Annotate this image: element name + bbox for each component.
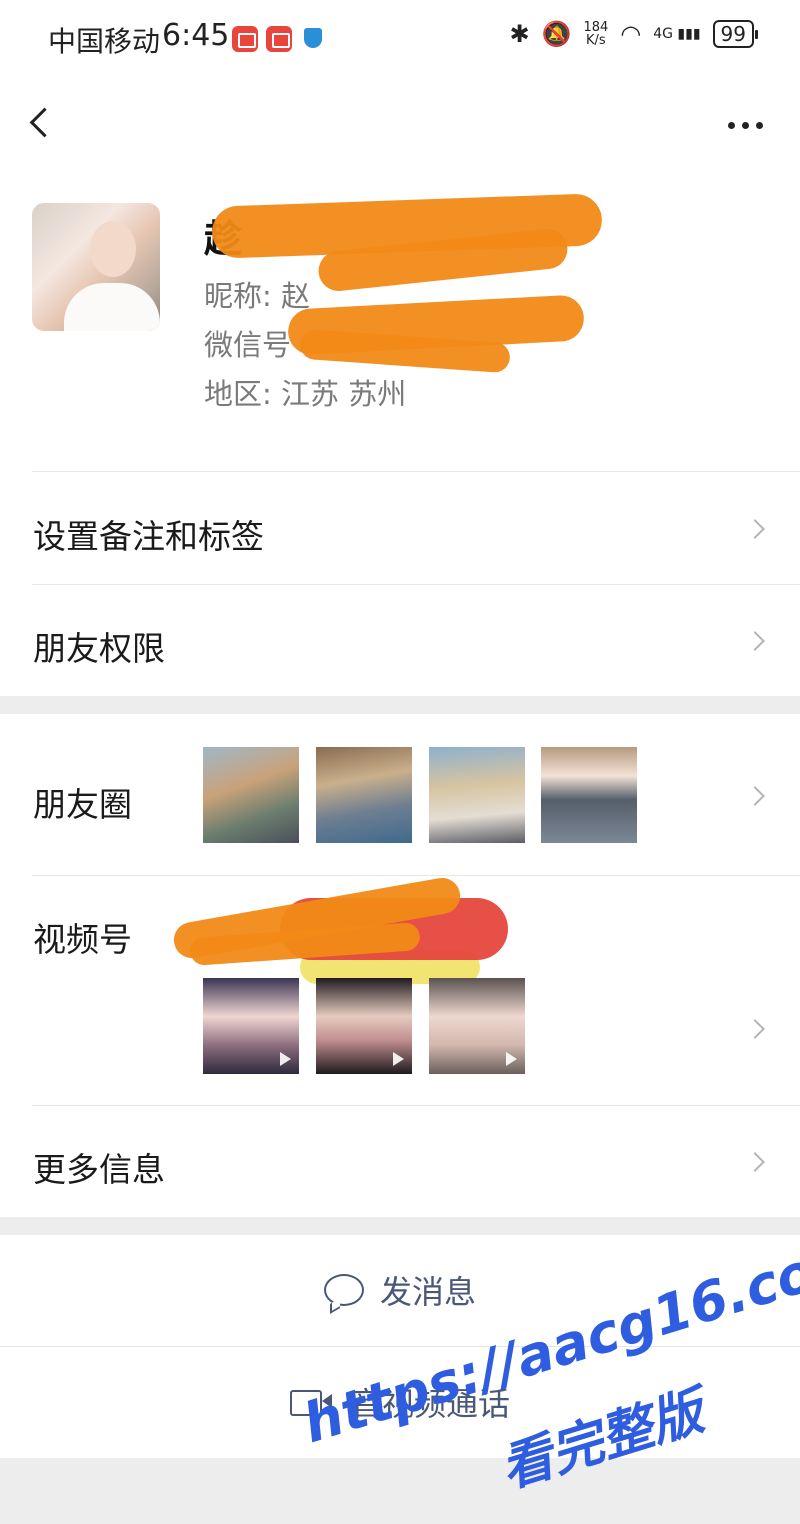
chat-bubble-icon: [323, 1274, 364, 1306]
row-label-channels: 视频号: [33, 920, 132, 959]
send-message-label: 发消息: [379, 1273, 476, 1311]
notification-app-icon: [232, 26, 258, 52]
shield-icon: [304, 28, 322, 48]
cellular-signal-icon: 4G ▮▮▮: [653, 26, 701, 42]
section-gap: [0, 1217, 800, 1235]
avatar[interactable]: [32, 203, 160, 331]
notification-app-icon: [266, 26, 292, 52]
play-icon: [506, 1052, 517, 1066]
play-icon: [280, 1052, 291, 1066]
dot: [727, 121, 735, 129]
mute-bell-icon: 🔕: [541, 20, 572, 48]
channels-video-thumbnail[interactable]: [203, 978, 299, 1074]
row-label-moments: 朋友圈: [33, 785, 132, 824]
nickname-label: 昵称:: [204, 279, 272, 313]
wifi-icon: ◠: [620, 20, 642, 48]
back-button[interactable]: [24, 104, 64, 144]
channels-video-thumbnail[interactable]: [316, 978, 412, 1074]
moments-thumbnail[interactable]: [203, 747, 299, 843]
region-label: 地区:: [204, 377, 272, 411]
dot: [741, 121, 749, 129]
nickname-line: 昵称: 赵: [204, 273, 310, 315]
region-value: 江苏 苏州: [281, 377, 407, 411]
more-options-button[interactable]: [720, 110, 770, 140]
wechat-id-label: 微信号: [204, 328, 292, 362]
bluetooth-icon: ✱: [509, 20, 530, 48]
row-label-remark-tags: 设置备注和标签: [33, 517, 264, 556]
row-label-more-info: 更多信息: [33, 1150, 165, 1189]
moments-thumbnail[interactable]: [316, 747, 412, 843]
dot: [755, 121, 763, 129]
status-icons: ✱ 🔕 184 K/s ◠ 4G ▮▮▮ 99: [509, 20, 759, 48]
clock: 6:45: [162, 18, 230, 53]
row-label-friend-permissions: 朋友权限: [33, 629, 165, 668]
moments-thumbnail[interactable]: [429, 747, 525, 843]
play-icon: [393, 1052, 404, 1066]
bottom-area: [0, 1458, 800, 1524]
moments-thumbnail[interactable]: [541, 747, 637, 843]
wechat-id-line: 微信号: [204, 322, 291, 364]
battery-indicator: 99: [712, 20, 759, 48]
network-speed: 184 K/s: [583, 20, 609, 48]
region-line: 地区: 江苏 苏州: [204, 371, 406, 413]
carrier-label: 中国移动: [48, 25, 161, 58]
nickname-value: 赵: [281, 279, 311, 313]
status-bar: 中国移动 6:45 ✱ 🔕 184 K/s ◠ 4G ▮▮▮ 99: [0, 0, 800, 80]
section-gap: [0, 696, 800, 714]
channels-video-thumbnail[interactable]: [429, 978, 525, 1074]
